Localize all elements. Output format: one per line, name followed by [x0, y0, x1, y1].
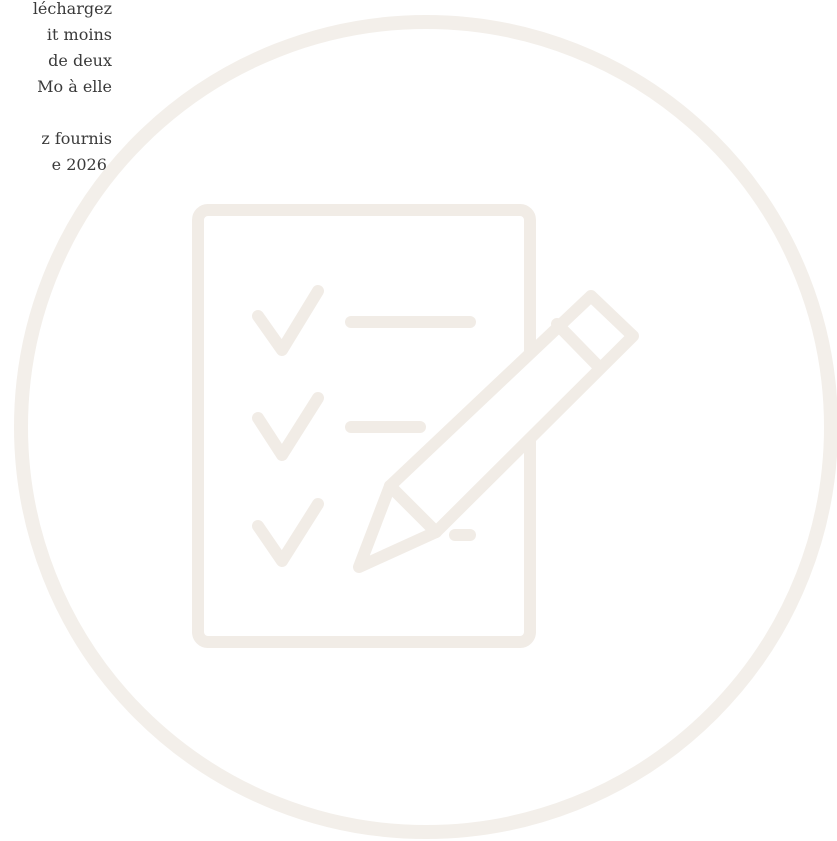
checkmark-icon [252, 392, 324, 461]
checklist-with-pencil-icon [14, 15, 837, 839]
pencil-body [384, 290, 639, 538]
page-canvas: léchargez it moins de deux Mo à elle z f… [0, 0, 837, 841]
checkmark-icon [252, 285, 324, 356]
checkmark-icon [252, 498, 324, 567]
